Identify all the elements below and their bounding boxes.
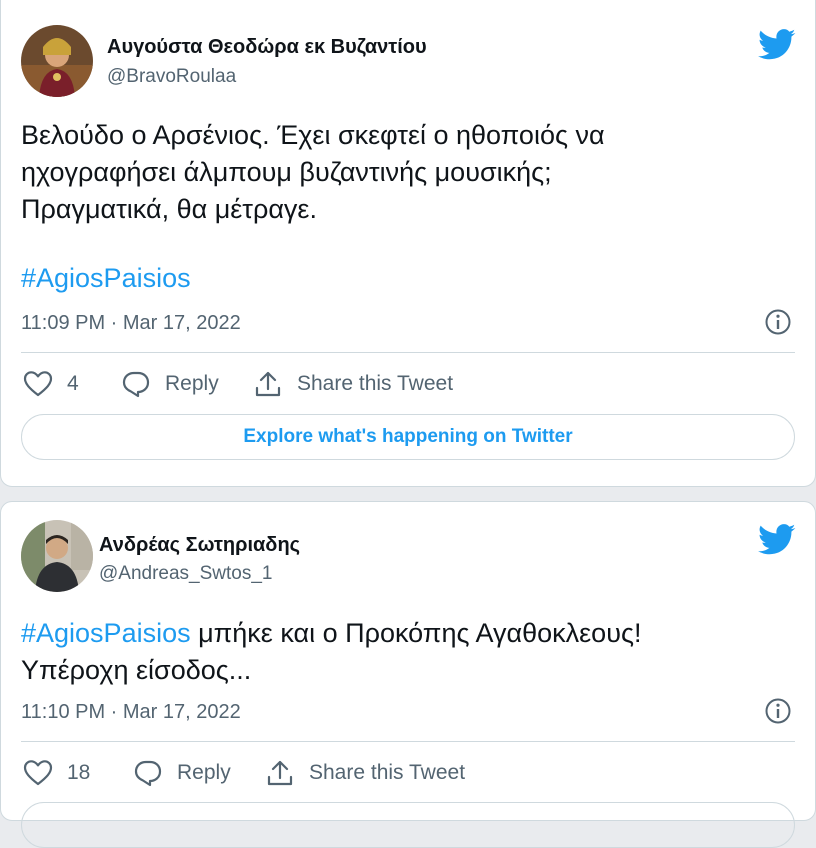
twitter-bird-icon[interactable] [758, 524, 796, 556]
reply-label: Reply [165, 372, 219, 395]
tweet-card: Αυγούστα Θεοδώρα εκ Βυζαντίου @BravoRoul… [0, 0, 816, 487]
reply-icon [122, 371, 150, 398]
divider [21, 741, 795, 742]
reply-label: Reply [177, 761, 231, 784]
share-button[interactable]: Share this Tweet [265, 759, 465, 787]
author-handle[interactable]: @Andreas_Swtos_1 [99, 563, 273, 585]
reply-button[interactable]: Reply [121, 370, 219, 398]
divider [21, 352, 795, 353]
tweet-text-line: Πραγματικά, θα μέτραγε. [21, 194, 317, 224]
hashtag-link[interactable]: #AgiosPaisios [21, 618, 191, 648]
tweet-text: μπήκε και ο Προκόπης Αγαθοκλεους! [190, 618, 642, 648]
reply-icon [134, 760, 162, 787]
author-name[interactable]: Αυγούστα Θεοδώρα εκ Βυζαντίου [107, 36, 427, 59]
hashtag-link[interactable]: #AgiosPaisios [21, 260, 191, 297]
tweet-text-line: ηχογραφήσει άλμπουμ βυζαντινής μουσικής; [21, 157, 552, 187]
info-icon[interactable] [764, 308, 792, 336]
tweet-text-line: #AgiosPaisios μπήκε και ο Προκόπης Αγαθο… [21, 615, 641, 652]
twitter-bird-icon[interactable] [758, 29, 796, 61]
like-button[interactable]: 4 [23, 370, 79, 398]
tweet-timestamp[interactable]: 11:09 PM · Mar 17, 2022 [21, 312, 241, 335]
like-count: 4 [67, 372, 79, 395]
share-label: Share this Tweet [297, 372, 454, 395]
share-label: Share this Tweet [309, 761, 466, 784]
explore-twitter-button[interactable]: Explore what's happening on Twitter [21, 414, 795, 460]
like-button[interactable]: 18 [23, 759, 90, 787]
author-handle[interactable]: @BravoRoulaa [107, 66, 236, 88]
info-icon[interactable] [764, 697, 792, 725]
avatar[interactable] [21, 520, 93, 592]
author-name[interactable]: Ανδρέας Σωτηριαδης [99, 534, 300, 557]
explore-twitter-button[interactable] [21, 802, 795, 848]
tweet-text-line: Υπέροχη είσοδος... [21, 655, 252, 685]
share-icon [255, 371, 281, 397]
heart-icon [23, 760, 53, 786]
tweet-card: Ανδρέας Σωτηριαδης @Andreas_Swtos_1 #Agi… [0, 501, 816, 848]
tweet-text-line: Βελούδο ο Αρσένιος. Έχει σκεφτεί ο ηθοπο… [21, 120, 605, 150]
avatar[interactable] [21, 25, 93, 97]
like-count: 18 [67, 761, 91, 784]
heart-icon [23, 371, 53, 397]
tweet-timestamp[interactable]: 11:10 PM · Mar 17, 2022 [21, 701, 241, 724]
share-button[interactable]: Share this Tweet [253, 370, 453, 398]
reply-button[interactable]: Reply [133, 759, 231, 787]
share-icon [267, 760, 293, 786]
